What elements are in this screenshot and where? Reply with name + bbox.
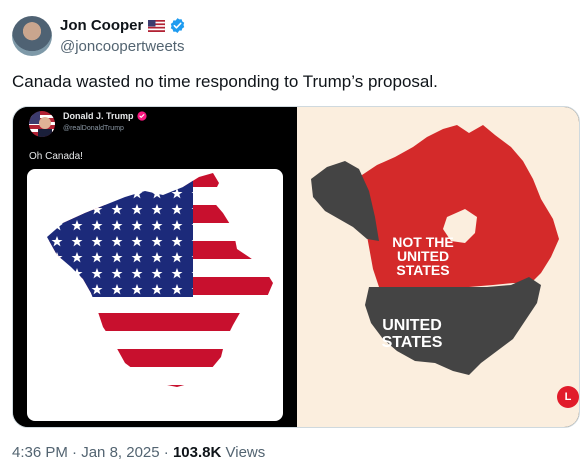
trump-handle: @realDonaldTrump xyxy=(63,125,124,132)
trump-name-row: Donald J. Trump xyxy=(63,111,147,121)
us-flag-icon xyxy=(148,19,166,32)
trump-post-text: Oh Canada! xyxy=(29,151,83,162)
author-avatar[interactable] xyxy=(12,16,52,56)
trump-avatar xyxy=(29,111,55,137)
not-the-united-states-label: NOT THE UNITED STATES xyxy=(392,234,454,278)
verified-badge-icon xyxy=(136,111,147,121)
united-states-label: UNITED STATES xyxy=(381,317,443,351)
views-label: Views xyxy=(221,444,266,461)
media-image-left[interactable]: Donald J. Trump @realDonaldTrump Oh Cana… xyxy=(13,107,296,427)
verified-badge-icon xyxy=(171,18,185,33)
tweet-meta: 4:36 PM · Jan 8, 2025 · 103.8K Views xyxy=(12,444,265,461)
meta-separator: · xyxy=(67,444,82,461)
trump-display-name: Donald J. Trump xyxy=(63,111,134,121)
north-america-us-flag-map xyxy=(27,169,283,421)
author-display-name[interactable]: Jon Cooper xyxy=(60,17,143,34)
tweet-text: Canada wasted no time responding to Trum… xyxy=(12,72,438,91)
tweet-date[interactable]: Jan 8, 2025 xyxy=(81,444,159,461)
tweet-media[interactable]: Donald J. Trump @realDonaldTrump Oh Cana… xyxy=(12,106,580,428)
author-handle[interactable]: @joncoopertweets xyxy=(60,38,184,55)
logo-badge-icon: L xyxy=(557,386,579,408)
tweet-time[interactable]: 4:36 PM xyxy=(12,444,68,461)
meta-separator: · xyxy=(159,444,173,461)
author-name-row: Jon Cooper xyxy=(60,17,186,34)
views-count: 103.8K xyxy=(172,444,222,461)
